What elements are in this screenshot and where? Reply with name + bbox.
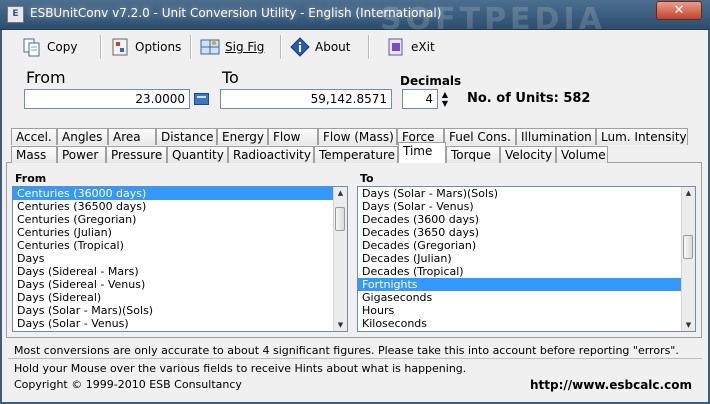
units-count: No. of Units: 582 [467, 91, 591, 106]
about-button[interactable]: About [286, 32, 354, 62]
scroll-up-icon[interactable]: ▲ [682, 187, 695, 199]
tab-illumination[interactable]: Illumination [516, 128, 596, 145]
tab-distance[interactable]: Distance [156, 128, 217, 145]
options-label: Options [135, 40, 182, 54]
spin-up-icon[interactable]: ▲ [439, 90, 451, 99]
scroll-up-icon[interactable]: ▲ [334, 187, 347, 199]
website-link[interactable]: http://www.esbcalc.com [530, 378, 692, 392]
spin-down-icon[interactable]: ▼ [439, 99, 451, 108]
tab-volume[interactable]: Volume [556, 146, 608, 163]
list-item[interactable]: Centuries (Gregorian) [13, 213, 333, 226]
exit-label: eXit [411, 40, 435, 54]
toolbar: Copy Options Sig Fig About eXit [8, 32, 702, 63]
info-icon [290, 37, 310, 57]
options-icon [110, 37, 130, 57]
sig-fig-button[interactable]: Sig Fig [196, 32, 268, 62]
to-list-label: To [360, 172, 374, 185]
tab-radioactivity[interactable]: Radioactivity [228, 146, 314, 163]
list-item[interactable]: Kiloseconds [358, 317, 681, 330]
toolbar-separator [190, 35, 192, 59]
from-value-field[interactable]: 23.0000 [24, 89, 190, 109]
from-scrollbar[interactable]: ▲ ▼ [333, 187, 347, 331]
from-listbox[interactable]: Centuries (36000 days) Centuries (36500 d… [12, 186, 348, 332]
list-item[interactable]: Decades (Julian) [358, 252, 681, 265]
tab-angles[interactable]: Angles [57, 128, 108, 145]
list-item[interactable]: Decades (3600 days) [358, 213, 681, 226]
from-list-label: From [15, 172, 47, 185]
toolbar-separator [368, 35, 370, 59]
status-divider [8, 358, 702, 359]
tab-quantity[interactable]: Quantity [167, 146, 228, 163]
list-item[interactable]: Days (Solar - Mars)(Sols) [358, 187, 681, 200]
list-item[interactable]: Days (Sidereal) [13, 291, 333, 304]
close-button[interactable]: ✕ [656, 1, 702, 20]
tab-flow[interactable]: Flow [268, 128, 318, 145]
copy-icon [22, 37, 42, 57]
list-item[interactable]: Gigaseconds [358, 291, 681, 304]
tab-fuel-cons[interactable]: Fuel Cons. [444, 128, 516, 145]
tab-velocity[interactable]: Velocity [500, 146, 556, 163]
calculator-icon[interactable] [194, 93, 209, 105]
tab-accel[interactable]: Accel. [11, 128, 57, 145]
list-item[interactable]: Fortnights [358, 278, 681, 291]
tab-power[interactable]: Power [57, 146, 106, 163]
to-label: To [222, 68, 239, 87]
to-listbox[interactable]: Days (Solar - Mars)(Sols) Days (Solar - V… [357, 186, 696, 332]
list-item[interactable]: Centuries (Tropical) [13, 239, 333, 252]
app-icon: E [7, 6, 24, 23]
list-item[interactable]: Hours [358, 304, 681, 317]
tab-area[interactable]: Area [108, 128, 156, 145]
tab-time[interactable]: Time [398, 142, 446, 163]
toolbar-separator [100, 35, 102, 59]
copy-label: Copy [47, 40, 78, 54]
list-item[interactable]: Decades (Gregorian) [358, 239, 681, 252]
sig-fig-icon [200, 37, 220, 57]
scroll-down-icon[interactable]: ▼ [334, 319, 347, 331]
decimals-label: Decimals [400, 74, 462, 88]
scroll-down-icon[interactable]: ▼ [682, 319, 695, 331]
decimals-field[interactable]: 4 [402, 89, 438, 109]
hint-line-1: Most conversions are only accurate to ab… [14, 344, 679, 357]
from-label: From [26, 68, 66, 87]
list-item[interactable]: Centuries (Julian) [13, 226, 333, 239]
list-item[interactable]: Centuries (36500 days) [13, 200, 333, 213]
tab-energy[interactable]: Energy [217, 128, 268, 145]
list-item[interactable]: Days [13, 252, 333, 265]
exit-icon [386, 37, 406, 57]
list-item[interactable]: Days (Solar - Venus) [13, 317, 333, 330]
toolbar-separator [280, 35, 282, 59]
tab-mass[interactable]: Mass [11, 146, 57, 163]
about-label: About [315, 40, 351, 54]
scroll-thumb[interactable] [683, 235, 693, 259]
exit-button[interactable]: eXit [382, 32, 439, 62]
list-item[interactable]: Centuries (36000 days) [13, 187, 333, 200]
tab-torque[interactable]: Torque [446, 146, 500, 163]
options-button[interactable]: Options [106, 32, 185, 62]
to-value-field[interactable]: 59,142.8571 [220, 89, 392, 109]
copyright: Copyright © 1999-2010 ESB Consultancy [14, 378, 242, 391]
decimals-spinner[interactable]: ▲ ▼ [439, 90, 451, 110]
hint-line-2: Hold your Mouse over the various fields … [14, 362, 467, 375]
list-item[interactable]: Decades (Tropical) [358, 265, 681, 278]
tab-lum-intensity[interactable]: Lum. Intensity [596, 128, 688, 145]
copy-button[interactable]: Copy [18, 32, 81, 62]
tab-flow-mass[interactable]: Flow (Mass) [318, 128, 397, 145]
list-item[interactable]: Days (Sidereal - Mars) [13, 265, 333, 278]
list-item[interactable]: Days (Solar - Mars)(Sols) [13, 304, 333, 317]
list-item[interactable]: Days (Solar - Venus) [358, 200, 681, 213]
sig-fig-label: Sig Fig [225, 40, 265, 54]
scroll-thumb[interactable] [335, 207, 345, 231]
tab-temperature[interactable]: Temperature [314, 146, 398, 163]
list-item[interactable]: Days (Sidereal - Venus) [13, 278, 333, 291]
list-item[interactable]: Decades (3650 days) [358, 226, 681, 239]
tab-pressure[interactable]: Pressure [106, 146, 167, 163]
to-scrollbar[interactable]: ▲ ▼ [681, 187, 695, 331]
